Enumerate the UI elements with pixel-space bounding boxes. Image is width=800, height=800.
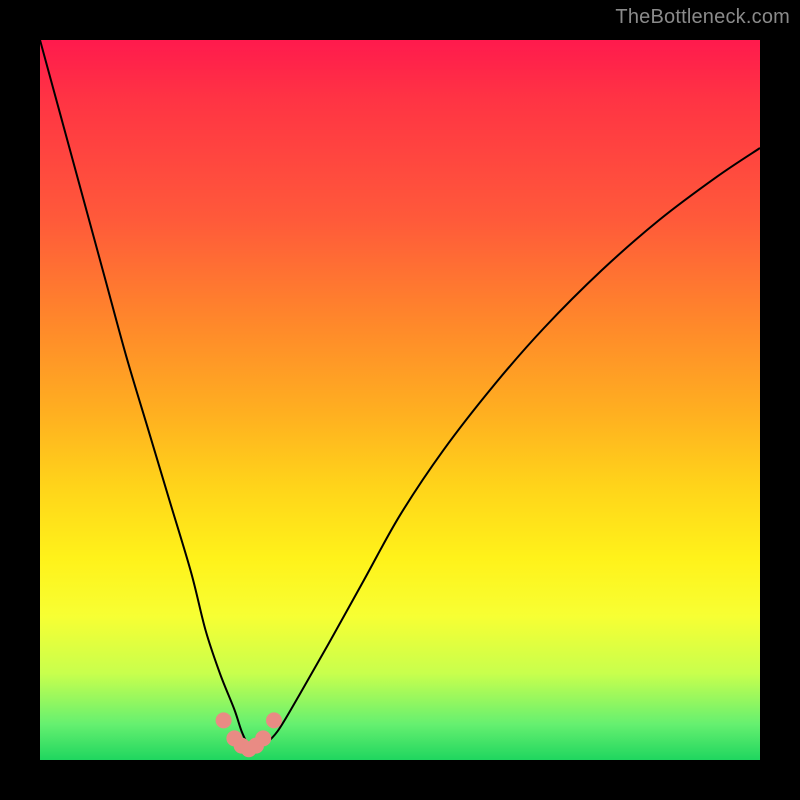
bottleneck-curve — [40, 40, 760, 749]
watermark-label: TheBottleneck.com — [615, 6, 790, 29]
chart-frame: TheBottleneck.com — [0, 0, 800, 800]
plot-area — [40, 40, 760, 760]
minimum-markers-group — [216, 712, 282, 757]
curve-layer — [40, 40, 760, 760]
minimum-marker — [216, 712, 232, 728]
minimum-marker — [255, 730, 271, 746]
minimum-marker — [266, 712, 282, 728]
